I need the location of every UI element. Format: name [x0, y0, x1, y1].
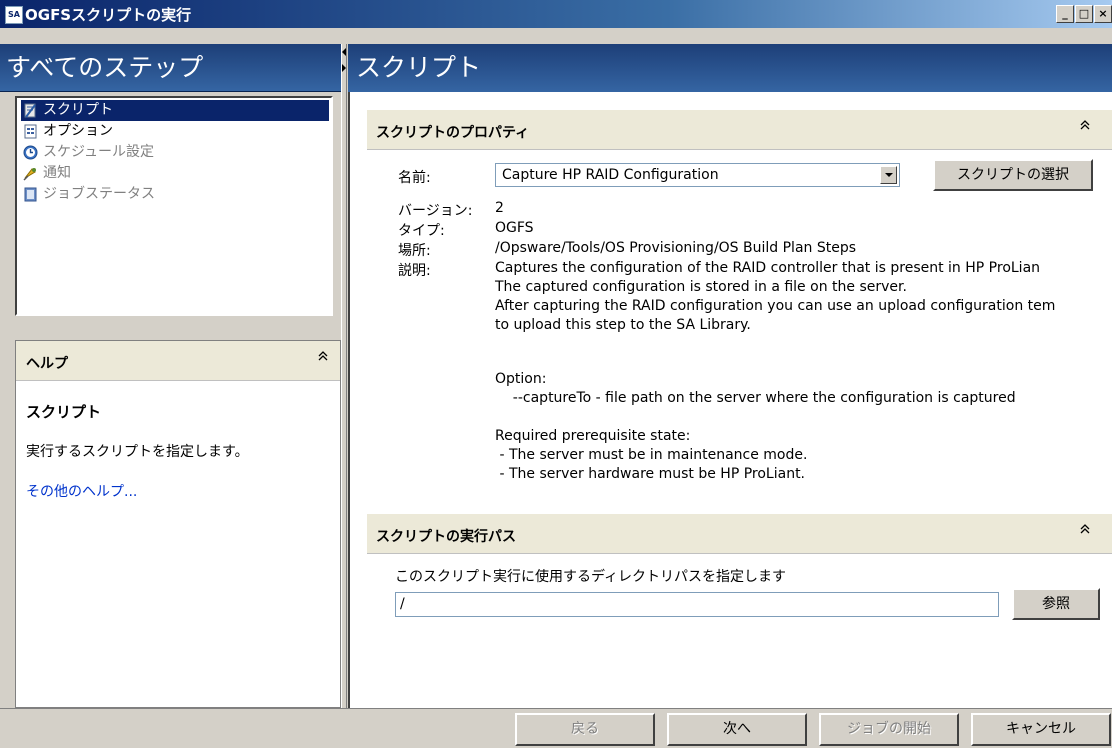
description-line: Required prerequisite state: — [495, 428, 691, 444]
help-panel: ヘルプ スクリプト 実行するスクリプトを指定します。 その他のヘルプ... — [15, 340, 341, 708]
step-options[interactable]: オプション — [21, 121, 329, 142]
start-job-button[interactable]: ジョブの開始 — [819, 713, 959, 746]
step-label: 通知 — [43, 165, 71, 181]
section-title: スクリプトのプロパティ — [376, 125, 530, 141]
options-icon — [24, 124, 37, 139]
step-label: ジョブステータス — [43, 186, 155, 202]
next-button[interactable]: 次へ — [667, 713, 807, 746]
notification-icon — [23, 168, 36, 181]
description-line: The captured configuration is stored in … — [495, 279, 907, 295]
step-label: スケジュール設定 — [43, 144, 155, 160]
browse-button[interactable]: 参照 — [1012, 588, 1100, 620]
type-value: OGFS — [495, 220, 534, 236]
step-label: スクリプト — [43, 102, 113, 118]
maximize-button[interactable]: □ — [1075, 5, 1093, 23]
help-header[interactable]: ヘルプ — [16, 341, 340, 381]
location-value: /Opsware/Tools/OS Provisioning/OS Build … — [495, 240, 857, 256]
title-bar[interactable]: SA OGFSスクリプトの実行 _ □ × — [0, 0, 1112, 28]
collapse-left-arrow-icon[interactable] — [342, 48, 346, 56]
step-job-status[interactable]: ジョブステータス — [21, 184, 329, 205]
exec-path-section-header[interactable]: スクリプトの実行パス — [367, 514, 1112, 554]
app-icon: SA — [5, 6, 23, 24]
version-value: 2 — [495, 200, 504, 216]
select-script-button[interactable]: スクリプトの選択 — [933, 159, 1093, 191]
back-button[interactable]: 戻る — [515, 713, 655, 746]
step-label: オプション — [43, 123, 113, 139]
description-label: 説明: — [398, 263, 431, 279]
help-title: ヘルプ — [26, 356, 68, 372]
minimize-button[interactable]: _ — [1056, 5, 1074, 23]
cancel-button[interactable]: キャンセル — [971, 713, 1111, 746]
step-list: スクリプト オプション スケジュール設定 通知 ジョブステータス — [15, 96, 333, 316]
exec-path-label: このスクリプト実行に使用するディレクトリパスを指定します — [395, 569, 787, 585]
type-label: タイプ: — [398, 223, 445, 239]
description-line: Captures the configuration of the RAID c… — [495, 260, 1041, 276]
properties-section-header[interactable]: スクリプトのプロパティ — [367, 110, 1112, 150]
exec-path-input[interactable]: / — [395, 592, 999, 617]
step-schedule[interactable]: スケジュール設定 — [21, 142, 329, 163]
schedule-icon — [23, 145, 38, 160]
help-subtitle: スクリプト — [26, 403, 102, 421]
name-label: 名前: — [398, 170, 431, 186]
job-status-icon — [24, 187, 37, 202]
collapse-chevron-icon[interactable] — [318, 350, 328, 366]
collapse-chevron-icon[interactable] — [1080, 523, 1090, 539]
version-label: バージョン: — [398, 203, 473, 219]
page-title: スクリプト — [348, 44, 1112, 92]
dropdown-arrow-icon[interactable] — [880, 166, 897, 184]
wizard-window: SA OGFSスクリプトの実行 _ □ × すべてのステップ スクリプト オプシ… — [0, 0, 1112, 748]
description-line: to upload this step to the SA Library. — [495, 317, 751, 333]
help-text: 実行するスクリプトを指定します。 — [26, 444, 249, 460]
script-icon — [24, 103, 36, 118]
collapse-chevron-icon[interactable] — [1080, 119, 1090, 135]
script-name-dropdown[interactable]: Capture HP RAID Configuration — [495, 163, 900, 187]
selected-script: Capture HP RAID Configuration — [502, 167, 719, 183]
description-line: After capturing the RAID configuration y… — [495, 298, 1056, 314]
location-label: 場所: — [398, 243, 431, 259]
description-line: - The server hardware must be HP ProLian… — [495, 466, 806, 482]
close-button[interactable]: × — [1094, 5, 1112, 23]
step-notification[interactable]: 通知 — [21, 163, 329, 184]
window-title: OGFSスクリプトの実行 — [25, 6, 192, 24]
all-steps-header: すべてのステップ — [0, 44, 341, 92]
wizard-button-bar: 戻る 次へ ジョブの開始 キャンセル — [0, 708, 1112, 748]
panel-splitter[interactable] — [341, 44, 347, 708]
description-line: Option: — [495, 371, 547, 387]
section-title: スクリプトの実行パス — [376, 529, 516, 545]
description-line: --captureTo - file path on the server wh… — [495, 390, 1016, 406]
expand-right-arrow-icon[interactable] — [342, 64, 346, 72]
description-line: - The server must be in maintenance mode… — [495, 447, 808, 463]
step-script[interactable]: スクリプト — [21, 100, 329, 121]
more-help-link[interactable]: その他のヘルプ... — [26, 481, 137, 501]
main-content: スクリプトのプロパティ 名前: Capture HP RAID Configur… — [348, 92, 1112, 708]
exec-path-value: / — [400, 596, 405, 612]
